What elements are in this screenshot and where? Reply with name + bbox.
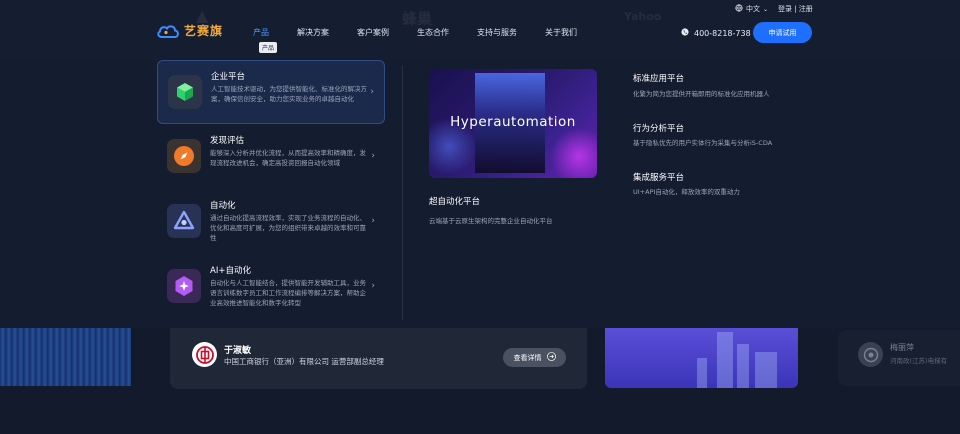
hero-desc: 云端基于云原生架构的完整企业自动化平台 — [429, 217, 553, 225]
platform-title[interactable]: 标准应用平台 — [633, 72, 684, 84]
platform-title[interactable]: 集成服务平台 — [633, 171, 684, 183]
apply-trial-button[interactable]: 申请试用 — [753, 22, 812, 43]
nav-tooltip: 产品 — [259, 42, 278, 53]
chevron-right-icon: › — [371, 216, 375, 226]
skyscraper-photo — [605, 328, 798, 388]
ghost-logo: 蜂巢 — [402, 10, 433, 28]
next-testimonial-role: 河南政(江苏)电梯有 — [890, 357, 948, 365]
product-title: 发现评估 — [210, 136, 245, 146]
product-title: 企业平台 — [211, 72, 246, 82]
nav-ecosystem[interactable]: 生态合作 — [417, 27, 449, 38]
next-testimonial-name: 梅丽萍 — [890, 343, 914, 352]
nav-about[interactable]: 关于我们 — [545, 27, 577, 38]
cloud-icon — [156, 23, 180, 39]
hyperautomation-banner[interactable]: Hyperautomation — [429, 69, 597, 178]
product-title: 自动化 — [210, 201, 236, 211]
product-desc: 人工智能技术驱动，为您提供智能化、标准化的解决方案，确保信创安全，助力您实现业务… — [211, 85, 367, 103]
product-desc: 自动化与人工智能结合，提供智能开发辅助工具，业务语言训练数字员工和工作流程编排等… — [210, 279, 366, 307]
main-nav: 产品 解决方案 客户案例 生态合作 支持与服务 关于我们 — [253, 27, 605, 38]
product-item-enterprise[interactable]: 企业平台 人工智能技术驱动，为您提供智能化、标准化的解决方案，确保信创安全，助力… — [157, 60, 385, 124]
tower-shape — [717, 332, 733, 388]
phone-icon — [681, 28, 689, 38]
avatar — [858, 342, 883, 367]
product-title: AI+自动化 — [210, 266, 251, 276]
triangle-automation-icon — [167, 204, 201, 238]
chevron-right-icon: › — [371, 151, 375, 161]
phone-number: 400-8218-738 — [694, 28, 751, 38]
tower-shape — [737, 344, 749, 388]
tower-shape — [755, 352, 777, 388]
ai-sparkle-icon — [167, 269, 201, 303]
view-details-button[interactable]: 查看详情 — [503, 348, 566, 367]
nav-cases[interactable]: 客户案例 — [357, 27, 389, 38]
brand-logo[interactable]: 艺赛旗 — [156, 22, 223, 39]
view-details-label: 查看详情 — [513, 353, 542, 362]
product-item-ai-automation[interactable]: AI+自动化 自动化与人工智能结合，提供智能开发辅助工具，业务语言训练数字员工和… — [157, 255, 385, 319]
hero-title[interactable]: 超自动化平台 — [429, 195, 480, 207]
nav-solutions[interactable]: 解决方案 — [297, 27, 329, 38]
platform-desc: 化繁为简为您提供开箱即用的标准化应用机器人 — [633, 90, 770, 98]
phone-contact: 400-8218-738 — [681, 28, 751, 38]
arrow-right-icon — [546, 352, 556, 363]
globe-icon — [735, 4, 743, 14]
language-switch[interactable]: 中文 ⌄ — [735, 4, 768, 14]
dropdown-divider — [402, 65, 403, 320]
chevron-right-icon: › — [370, 87, 374, 97]
testimonial-name: 于淑敏 — [224, 346, 252, 356]
banner-glow — [549, 129, 597, 178]
chevron-down-icon: ⌄ — [763, 5, 769, 13]
cube-icon — [168, 75, 202, 109]
language-label: 中文 — [746, 5, 760, 13]
tower-shape — [697, 358, 707, 388]
product-desc: 通过自动化提高流程效率，实现了业务流程的自动化、优化和高度可扩展，为您的组织带来… — [210, 214, 366, 242]
product-item-discovery[interactable]: 发现评估 能够深入分析并优化流程，从而提高效率和精确度，发现流程改进机会，确定高… — [157, 125, 385, 189]
bank-logo-icon — [192, 342, 217, 367]
product-desc: 能够深入分析并优化流程，从而提高效率和精确度，发现流程改进机会，确定高投资回报自… — [210, 149, 366, 167]
platform-desc: UI+API自动化，释放效率的双重动力 — [633, 188, 740, 196]
platform-title[interactable]: 行为分析平台 — [633, 122, 684, 134]
chevron-right-icon: › — [371, 281, 375, 291]
brand-name: 艺赛旗 — [184, 24, 224, 38]
building-photo — [0, 328, 131, 386]
testimonial-role: 中国工商银行（亚洲）有限公司 运营部副总经理 — [224, 357, 384, 366]
login-register-link[interactable]: 登录 | 注册 — [778, 4, 813, 14]
platform-desc: 基于隐私优先的用户实体行为采集与分析iS-CDA — [633, 139, 773, 147]
nav-support[interactable]: 支持与服务 — [477, 27, 517, 38]
top-header: ▲ 蜂巢 Yahoo 艺赛旗 产品 解决方案 客户案例 生态合作 支持与服务 关… — [0, 0, 960, 60]
compass-icon — [167, 139, 201, 173]
ghost-logo: Yahoo — [624, 10, 662, 23]
nav-products[interactable]: 产品 — [253, 27, 269, 38]
product-item-automation[interactable]: 自动化 通过自动化提高流程效率，实现了业务流程的自动化、优化和高度可扩展，为您的… — [157, 190, 385, 254]
banner-text: Hyperautomation — [450, 114, 576, 130]
